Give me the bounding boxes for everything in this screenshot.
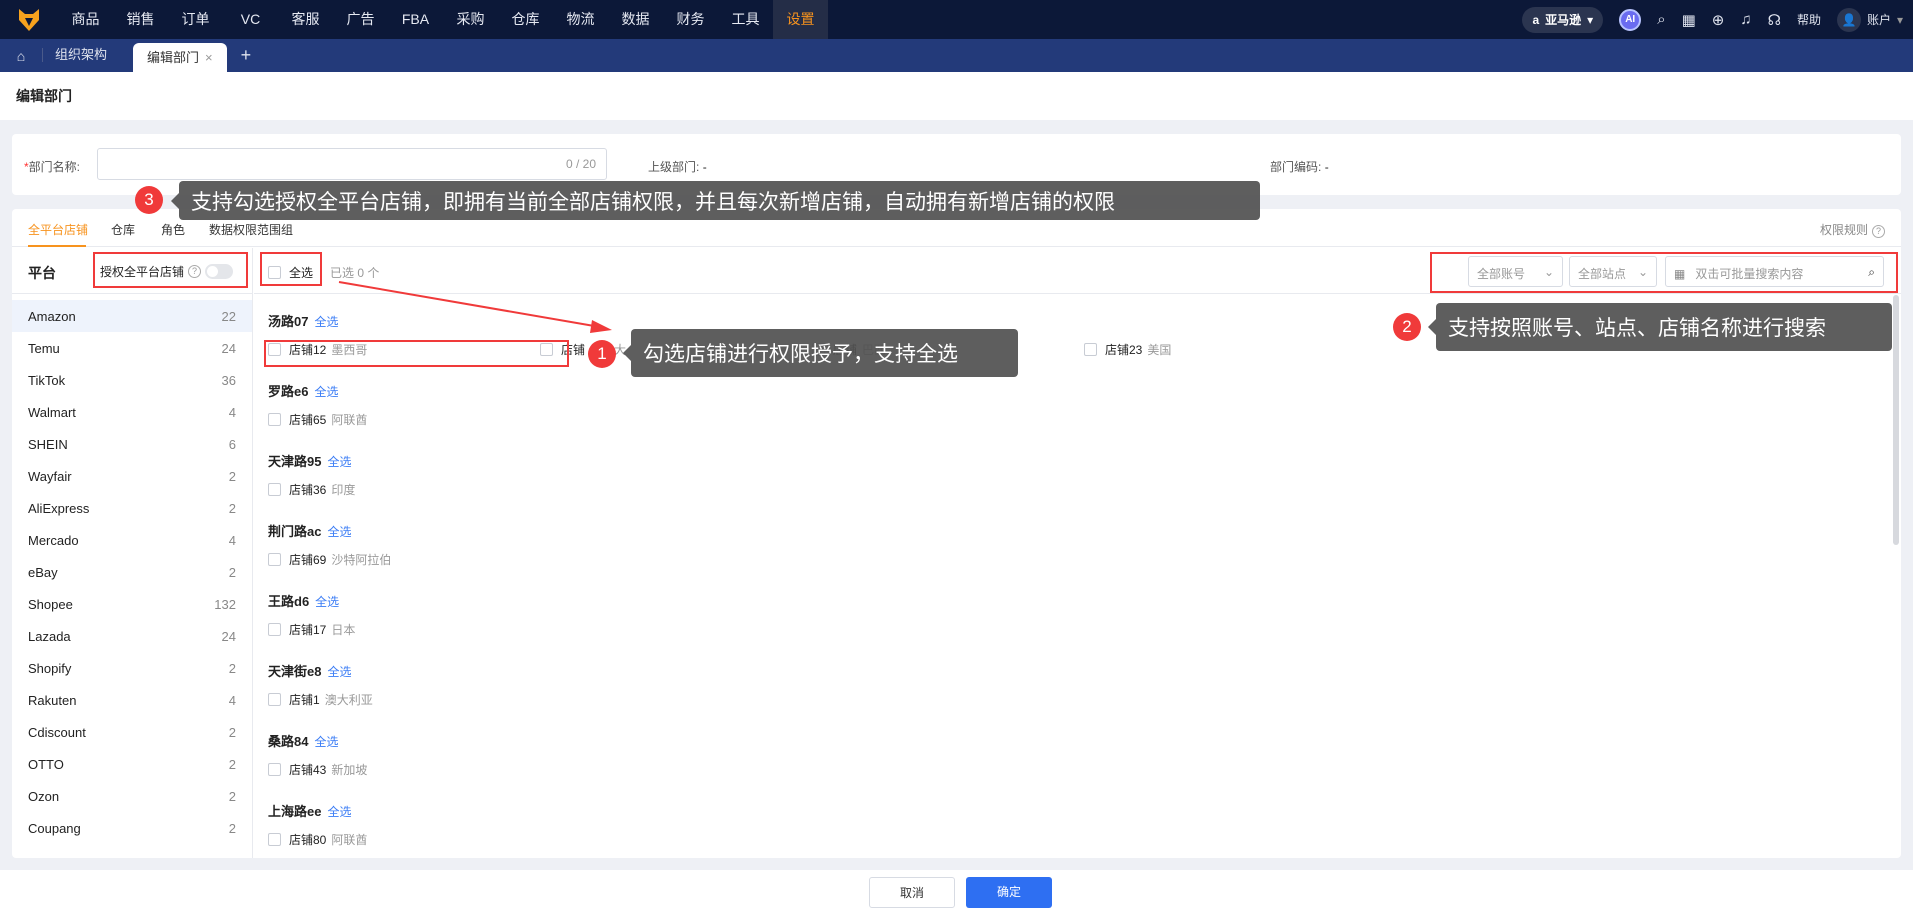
annotation-badge-1: 1: [588, 340, 616, 368]
annotation-callout-1: 勾选店铺进行权限授予，支持全选: [623, 329, 1018, 377]
annotation-badge-3: 3: [135, 186, 163, 214]
annotation-callout-3: 支持勾选授权全平台店铺，即拥有当前全部店铺权限，并且每次新增店铺，自动拥有新增店…: [171, 181, 1260, 220]
annotation-badge-2: 2: [1393, 313, 1421, 341]
annotation-arrow: [338, 281, 612, 333]
annotation-callout-2: 支持按照账号、站点、店铺名称进行搜索: [1428, 303, 1892, 351]
